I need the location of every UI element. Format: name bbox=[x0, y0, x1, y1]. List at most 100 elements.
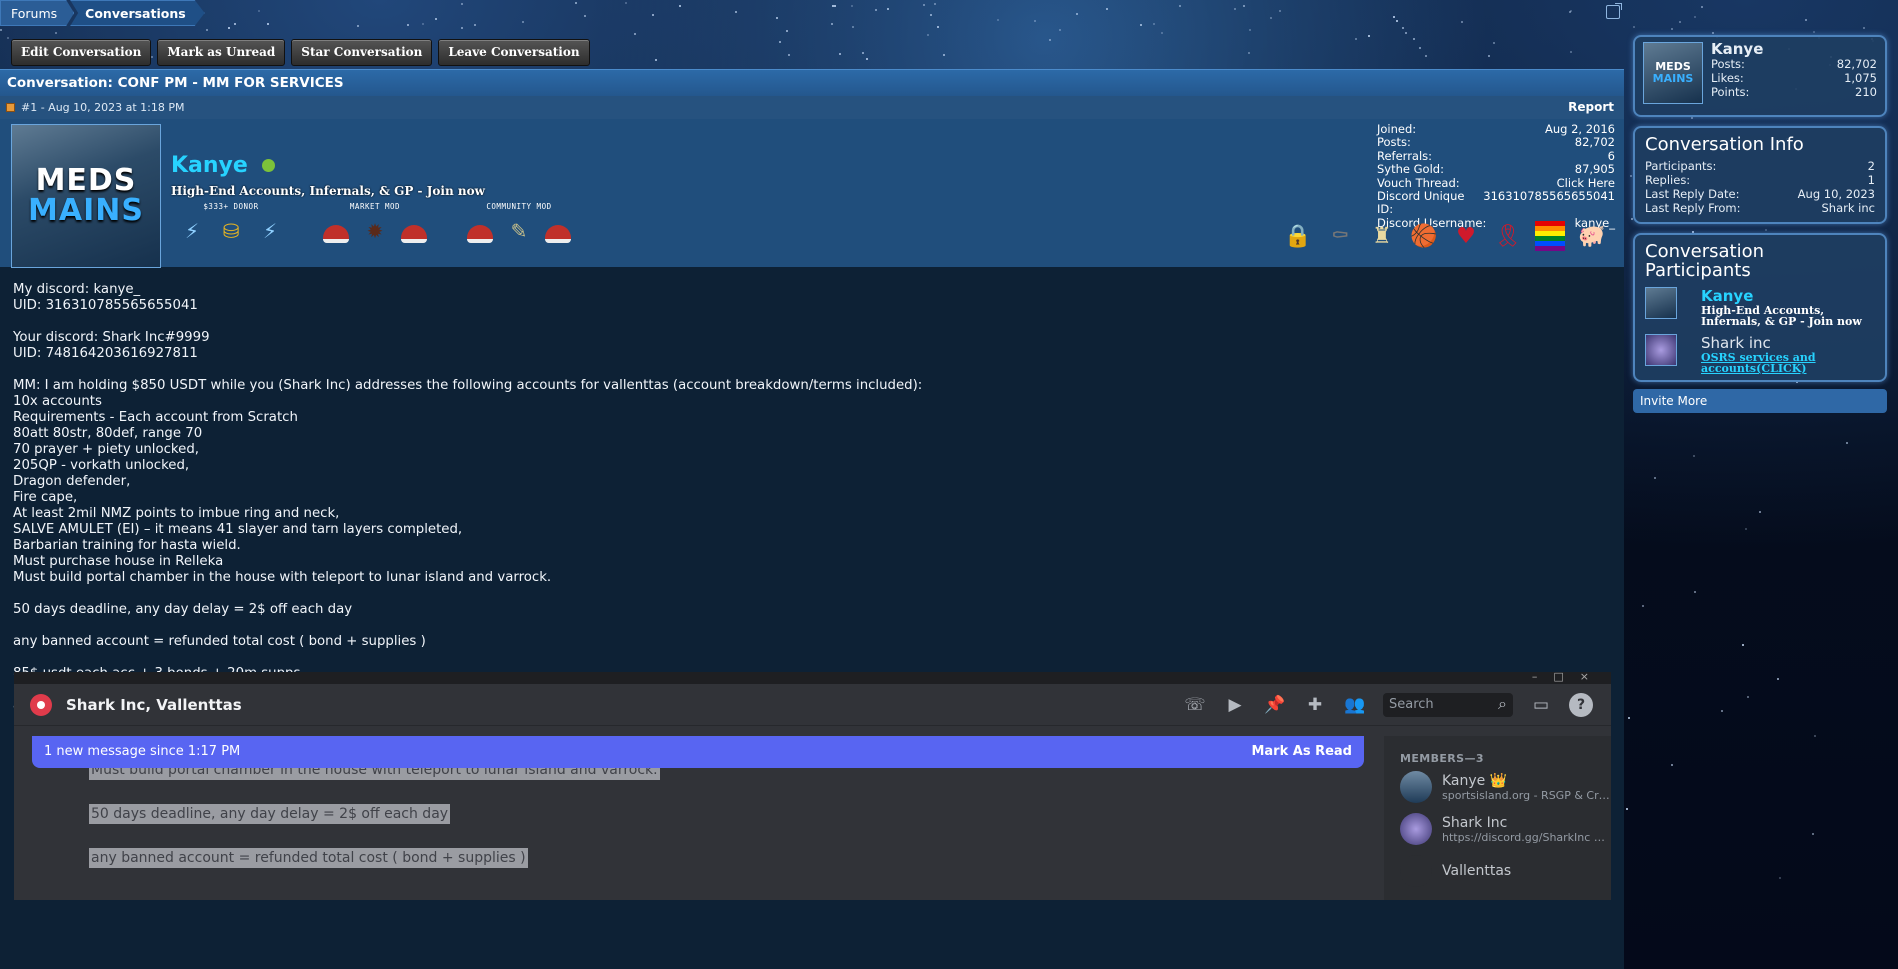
participants-card: Conversation Participants Kanye High-End… bbox=[1633, 233, 1887, 382]
participant-avatar[interactable] bbox=[1645, 334, 1677, 366]
participant-title: High-End Accounts, Infernals, & GP - Joi… bbox=[1701, 304, 1862, 328]
info-row-label: Last Reply From: bbox=[1645, 201, 1741, 215]
star bbox=[1811, 832, 1814, 835]
donor-badge-group: $333+ DONOR ⚡ ⛁ ⚡ bbox=[176, 202, 286, 246]
awareness-ribbon-icon: 🎗 bbox=[1494, 223, 1522, 249]
sidebar-user-card: MEDS MAINS Kanye Posts: 82,702 Likes: 1,075… bbox=[1633, 35, 1887, 117]
author-stat-label: Posts: bbox=[1377, 135, 1411, 150]
author-stat: Sythe Gold: 87,905 bbox=[1377, 162, 1615, 177]
star bbox=[1048, 39, 1051, 42]
star bbox=[785, 29, 788, 32]
participant-title[interactable]: OSRS services and accounts(CLICK) bbox=[1701, 352, 1875, 374]
add-friend-icon: ✚ bbox=[1307, 695, 1323, 715]
member-item: Shark Inc https://discord.gg/SharkInc O..… bbox=[1400, 813, 1611, 845]
info-row-value: Aug 10, 2023 bbox=[1797, 187, 1875, 201]
star bbox=[1845, 441, 1848, 444]
participant-item[interactable]: Kanye High-End Accounts, Infernals, & GP… bbox=[1645, 287, 1875, 327]
info-row-label: Replies: bbox=[1645, 173, 1691, 187]
star-conversation-button[interactable]: Star Conversation bbox=[291, 39, 433, 66]
basketball-icon: 🏀 bbox=[1410, 223, 1438, 249]
star bbox=[830, 22, 833, 25]
star bbox=[1746, 695, 1749, 698]
mark-unread-button[interactable]: Mark as Unread bbox=[157, 39, 286, 66]
star bbox=[926, 33, 929, 36]
expand-icon[interactable] bbox=[1606, 3, 1622, 19]
scroll-icon: ✎ bbox=[510, 219, 528, 243]
padlock-icon: 🔒 bbox=[1284, 223, 1312, 249]
star bbox=[1569, 10, 1572, 13]
rainbow-flag-icon bbox=[1533, 219, 1567, 253]
author-badges: $333+ DONOR ⚡ ⛁ ⚡ MARKET MOD ✹ COMMUNITY… bbox=[176, 202, 574, 246]
star bbox=[460, 3, 463, 6]
star bbox=[1693, 590, 1696, 593]
author-stat-label: Referrals: bbox=[1377, 148, 1433, 163]
report-link[interactable]: Report bbox=[1568, 96, 1614, 119]
star bbox=[933, 3, 936, 6]
participant-avatar[interactable] bbox=[1645, 287, 1677, 319]
discord-channel-name: Shark Inc, Vallenttas bbox=[66, 695, 242, 714]
sidebar-user-info: Kanye Posts: 82,702 Likes: 1,075 Points: 210 bbox=[1703, 42, 1877, 110]
star bbox=[652, 13, 655, 16]
santa-hat-icon bbox=[542, 216, 574, 246]
sidebar: MEDS MAINS Kanye Posts: 82,702 Likes: 1,075… bbox=[1633, 35, 1887, 413]
badge-caption: COMMUNITY MOD bbox=[486, 202, 552, 211]
participant-name[interactable]: Kanye bbox=[1701, 287, 1875, 305]
star bbox=[1862, 26, 1865, 29]
star bbox=[1777, 677, 1780, 680]
breadcrumb-forums[interactable]: Forums bbox=[0, 0, 74, 26]
star bbox=[1139, 24, 1142, 27]
author-stat-label: Sythe Gold: bbox=[1377, 162, 1444, 177]
author-stats: Joined: Aug 2, 2016 Posts: 82,702 Referrals:… bbox=[1377, 122, 1615, 230]
star bbox=[1404, 31, 1407, 34]
community-mod-badge-group: COMMUNITY MOD ✎ bbox=[464, 202, 574, 246]
star bbox=[1233, 8, 1236, 11]
star bbox=[1242, 4, 1245, 7]
author-name[interactable]: Kanye bbox=[171, 153, 275, 178]
market-mod-badge-group: MARKET MOD ✹ bbox=[320, 202, 430, 246]
star bbox=[1625, 807, 1628, 810]
sidebar-user-avatar[interactable]: MEDS MAINS bbox=[1643, 42, 1703, 104]
santa-hat-icon bbox=[398, 216, 430, 246]
star bbox=[1033, 19, 1036, 22]
message-permalink[interactable]: #1 - Aug 10, 2023 at 1:18 PM bbox=[21, 96, 185, 119]
star bbox=[1741, 643, 1744, 646]
info-row: Last Reply From: Shark inc bbox=[1645, 201, 1875, 215]
member-avatar bbox=[1400, 813, 1432, 845]
star bbox=[1418, 46, 1421, 49]
member-item: Vallenttas bbox=[1400, 855, 1611, 887]
author-stat: Joined: Aug 2, 2016 bbox=[1377, 122, 1615, 136]
conversation-info-card: Conversation Info Participants: 2 Replies:… bbox=[1633, 126, 1887, 224]
star bbox=[1778, 877, 1781, 880]
participant-item[interactable]: Shark inc OSRS services and accounts(CLI… bbox=[1645, 334, 1875, 374]
conversation-title: Conversation: CONF PM - MM FOR SERVICES bbox=[0, 69, 1624, 96]
breadcrumb-conversations[interactable]: Conversations bbox=[70, 0, 205, 26]
author-stat-label: Vouch Thread: bbox=[1377, 175, 1460, 190]
discord-message-line: 50 days deadline, any day delay = 2$ off… bbox=[89, 804, 451, 824]
author-stat-value[interactable]: Click Here bbox=[1557, 176, 1615, 190]
discord-titlebar: –□× bbox=[14, 672, 1611, 684]
edit-conversation-button[interactable]: Edit Conversation bbox=[11, 39, 152, 66]
user-stat: Points: 210 bbox=[1711, 85, 1877, 99]
participant-name[interactable]: Shark inc bbox=[1701, 334, 1875, 352]
author-title[interactable]: High-End Accounts, Infernals, & GP - Joi… bbox=[171, 184, 485, 198]
discord-screenshot[interactable]: –□× Shark Inc, Vallenttas ☏ ▶ 📌 ✚ 👥 Sear… bbox=[14, 672, 1611, 900]
invite-more-button[interactable]: Invite More bbox=[1633, 389, 1887, 413]
star bbox=[922, 3, 925, 6]
star bbox=[583, 14, 586, 17]
author-stat-value: 6 bbox=[1607, 148, 1615, 163]
lightning-icon: ⚡ bbox=[184, 219, 200, 243]
discord-search: Search bbox=[1383, 692, 1513, 717]
star bbox=[406, 23, 409, 26]
star bbox=[473, 24, 476, 27]
star bbox=[1269, 16, 1272, 19]
author-avatar[interactable]: MEDS MAINS bbox=[11, 124, 161, 268]
sidebar-user-name[interactable]: Kanye bbox=[1711, 42, 1877, 57]
star bbox=[930, 13, 933, 16]
discord-header: Shark Inc, Vallenttas ☏ ▶ 📌 ✚ 👥 Search ▭… bbox=[14, 684, 1611, 726]
lightning-icon: ⚡ bbox=[262, 219, 278, 243]
star bbox=[574, 1, 577, 4]
conversation-info-rows: Participants: 2 Replies: 1 Last Reply Date: A… bbox=[1645, 159, 1875, 215]
message-body: My discord: kanye_ UID: 3163107855656550… bbox=[13, 282, 923, 738]
discord-member-list: MEMBERS—3 Kanye 👑 sportsisland.org - RSGP… bbox=[1384, 736, 1611, 900]
leave-conversation-button[interactable]: Leave Conversation bbox=[438, 39, 590, 66]
